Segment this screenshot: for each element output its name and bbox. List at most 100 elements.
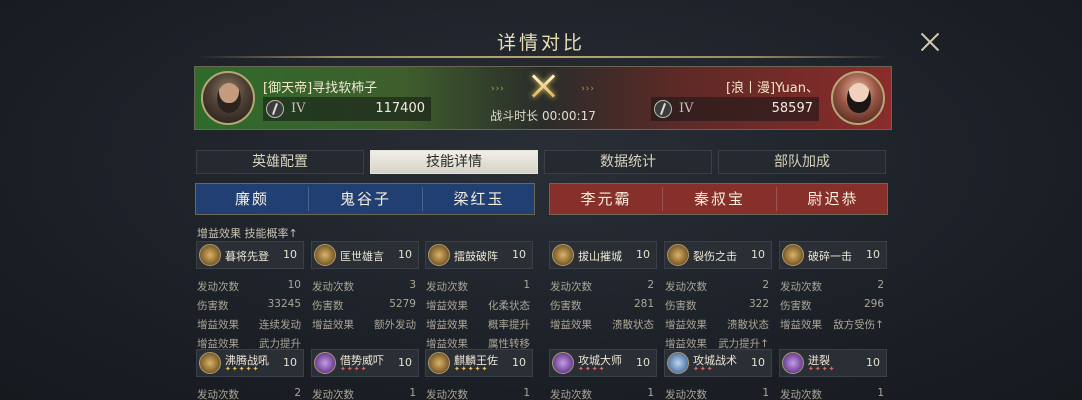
tab-troop-bonus[interactable]: 部队加成 [718, 150, 886, 174]
skill-card[interactable]: 攻城战术 ✦✦✦ 10 [664, 349, 772, 377]
stat-label: 发动次数 [197, 281, 239, 293]
skill-name: 破碎一击 [808, 250, 852, 263]
stat-row: 伤害数 5279 [312, 298, 416, 312]
hero-name[interactable]: 尉迟恭 [777, 184, 889, 214]
stat-label: 增益效果 [312, 319, 354, 331]
left-alliance-tag: [御天帝] [263, 81, 313, 96]
skill-level: 10 [751, 356, 765, 369]
hero-name[interactable]: 鬼谷子 [309, 184, 422, 214]
stat-row: 发动次数 2 [197, 387, 301, 400]
stat-value: 溃散状态 [727, 319, 769, 331]
right-rank: IV [679, 101, 694, 116]
skill-level: 10 [398, 248, 412, 261]
stat-label: 发动次数 [312, 281, 354, 293]
skill-card[interactable]: 借势威吓 ✦✦✦✦ 10 [311, 349, 419, 377]
stat-value: 2 [877, 279, 884, 291]
left-player-name: [御天帝]寻找软柿子 [263, 77, 377, 96]
skill-icon [314, 244, 336, 266]
left-rank: IV [291, 101, 306, 116]
skill-card[interactable]: 沸腾战吼 ✦✦✦✦✦ 10 [196, 349, 304, 377]
stat-row: 增益效果 武力提升↑ [665, 336, 769, 350]
right-player-name: [浪丨漫]Yuan、 [726, 77, 819, 96]
stat-value: 连续发动 [259, 319, 301, 331]
stat-label: 伤害数 [665, 300, 697, 312]
stat-row: 发动次数 1 [550, 387, 654, 400]
stat-row: 伤害数 322 [665, 298, 769, 312]
stat-row: 增益效果 溃散状态 [550, 317, 654, 331]
stat-row: 伤害数 33245 [197, 298, 301, 312]
stat-value: 1 [523, 279, 530, 291]
skill-card[interactable]: 拔山摧城 10 [549, 241, 657, 269]
stat-value: 1 [647, 387, 654, 399]
stat-label: 伤害数 [312, 300, 344, 312]
stat-row: 伤害数 281 [550, 298, 654, 312]
stat-value: 10 [287, 279, 301, 291]
skill-icon [428, 352, 450, 374]
skill-icon [667, 244, 689, 266]
left-rank-icon [266, 100, 284, 118]
stat-value: 33245 [267, 298, 301, 310]
skill-card[interactable]: 匡世雄言 10 [311, 241, 419, 269]
skill-icon [782, 352, 804, 374]
stat-row: 发动次数 1 [426, 387, 530, 400]
skill-card[interactable]: 麒麟王佐 ✦✦✦✦✦ 10 [425, 349, 533, 377]
tab-hero-config[interactable]: 英雄配置 [196, 150, 364, 174]
right-rank-icon [654, 100, 672, 118]
left-player-avatar[interactable] [201, 71, 255, 125]
skill-icon [552, 244, 574, 266]
skill-level: 10 [866, 356, 880, 369]
hero-name[interactable]: 廉颇 [196, 184, 308, 214]
stat-value: 1 [877, 387, 884, 399]
stat-label: 发动次数 [665, 281, 707, 293]
tab-skill-details[interactable]: 技能详情 [370, 150, 538, 174]
stat-row: 发动次数 1 [426, 279, 530, 293]
right-player-avatar[interactable] [831, 71, 885, 125]
section-label: 增益效果 技能概率↑ [197, 227, 298, 240]
skill-icon [782, 244, 804, 266]
skill-card[interactable]: 迸裂 ✦✦✦✦ 10 [779, 349, 887, 377]
right-power: 58597 [771, 101, 813, 116]
stat-value: 5279 [389, 298, 416, 310]
hero-name[interactable]: 秦叔宝 [663, 184, 776, 214]
right-alliance-tag: [浪丨漫] [725, 81, 776, 96]
stat-label: 发动次数 [780, 389, 822, 400]
skill-level: 10 [512, 356, 526, 369]
stat-row: 增益效果 武力提升 [197, 336, 301, 350]
stat-row: 发动次数 2 [780, 279, 884, 293]
stat-value: 322 [748, 298, 769, 310]
stat-value: 概率提升 [488, 319, 530, 331]
hero-name[interactable]: 李元霸 [550, 184, 662, 214]
stat-row: 发动次数 2 [550, 279, 654, 293]
stat-value: 化柔状态 [488, 300, 530, 312]
stat-row: 增益效果 额外发动 [312, 317, 416, 331]
skill-level: 10 [283, 248, 297, 261]
tab-bar: 英雄配置 技能详情 数据统计 部队加成 [196, 150, 886, 174]
crossed-swords-icon [530, 73, 556, 99]
stat-label: 伤害数 [780, 300, 812, 312]
tab-data-stats[interactable]: 数据统计 [544, 150, 712, 174]
battle-summary-bar: [御天帝]寻找软柿子 IV 117400 ››› ››› 战斗时长 00:00:… [194, 66, 892, 130]
skill-name: 暮将先登 [225, 250, 269, 263]
stat-row: 增益效果 属性转移 [426, 336, 530, 350]
stat-row: 发动次数 1 [780, 387, 884, 400]
stat-label: 增益效果 [780, 319, 822, 331]
skill-card[interactable]: 擂鼓破阵 10 [425, 241, 533, 269]
left-heroes-header: 廉颇 鬼谷子 梁红玉 [195, 183, 535, 215]
skill-level: 10 [751, 248, 765, 261]
stat-label: 增益效果 [197, 319, 239, 331]
skill-name: 拔山摧城 [578, 250, 622, 263]
right-player-label: Yuan、 [775, 81, 819, 96]
stat-label: 发动次数 [550, 281, 592, 293]
stat-row: 增益效果 敌方受伤↑ [780, 317, 884, 331]
right-arrows-icon: ››› [581, 84, 595, 94]
left-arrows-icon: ››› [491, 84, 505, 94]
skill-name: 裂伤之击 [693, 250, 737, 263]
stat-label: 增益效果 [426, 300, 468, 312]
skill-card[interactable]: 裂伤之击 10 [664, 241, 772, 269]
skill-card[interactable]: 破碎一击 10 [779, 241, 887, 269]
hero-name[interactable]: 梁红玉 [423, 184, 535, 214]
close-icon[interactable] [918, 30, 942, 54]
stat-row: 增益效果 概率提升 [426, 317, 530, 331]
skill-card[interactable]: 暮将先登 10 [196, 241, 304, 269]
skill-card[interactable]: 攻城大师 ✦✦✦✦ 10 [549, 349, 657, 377]
